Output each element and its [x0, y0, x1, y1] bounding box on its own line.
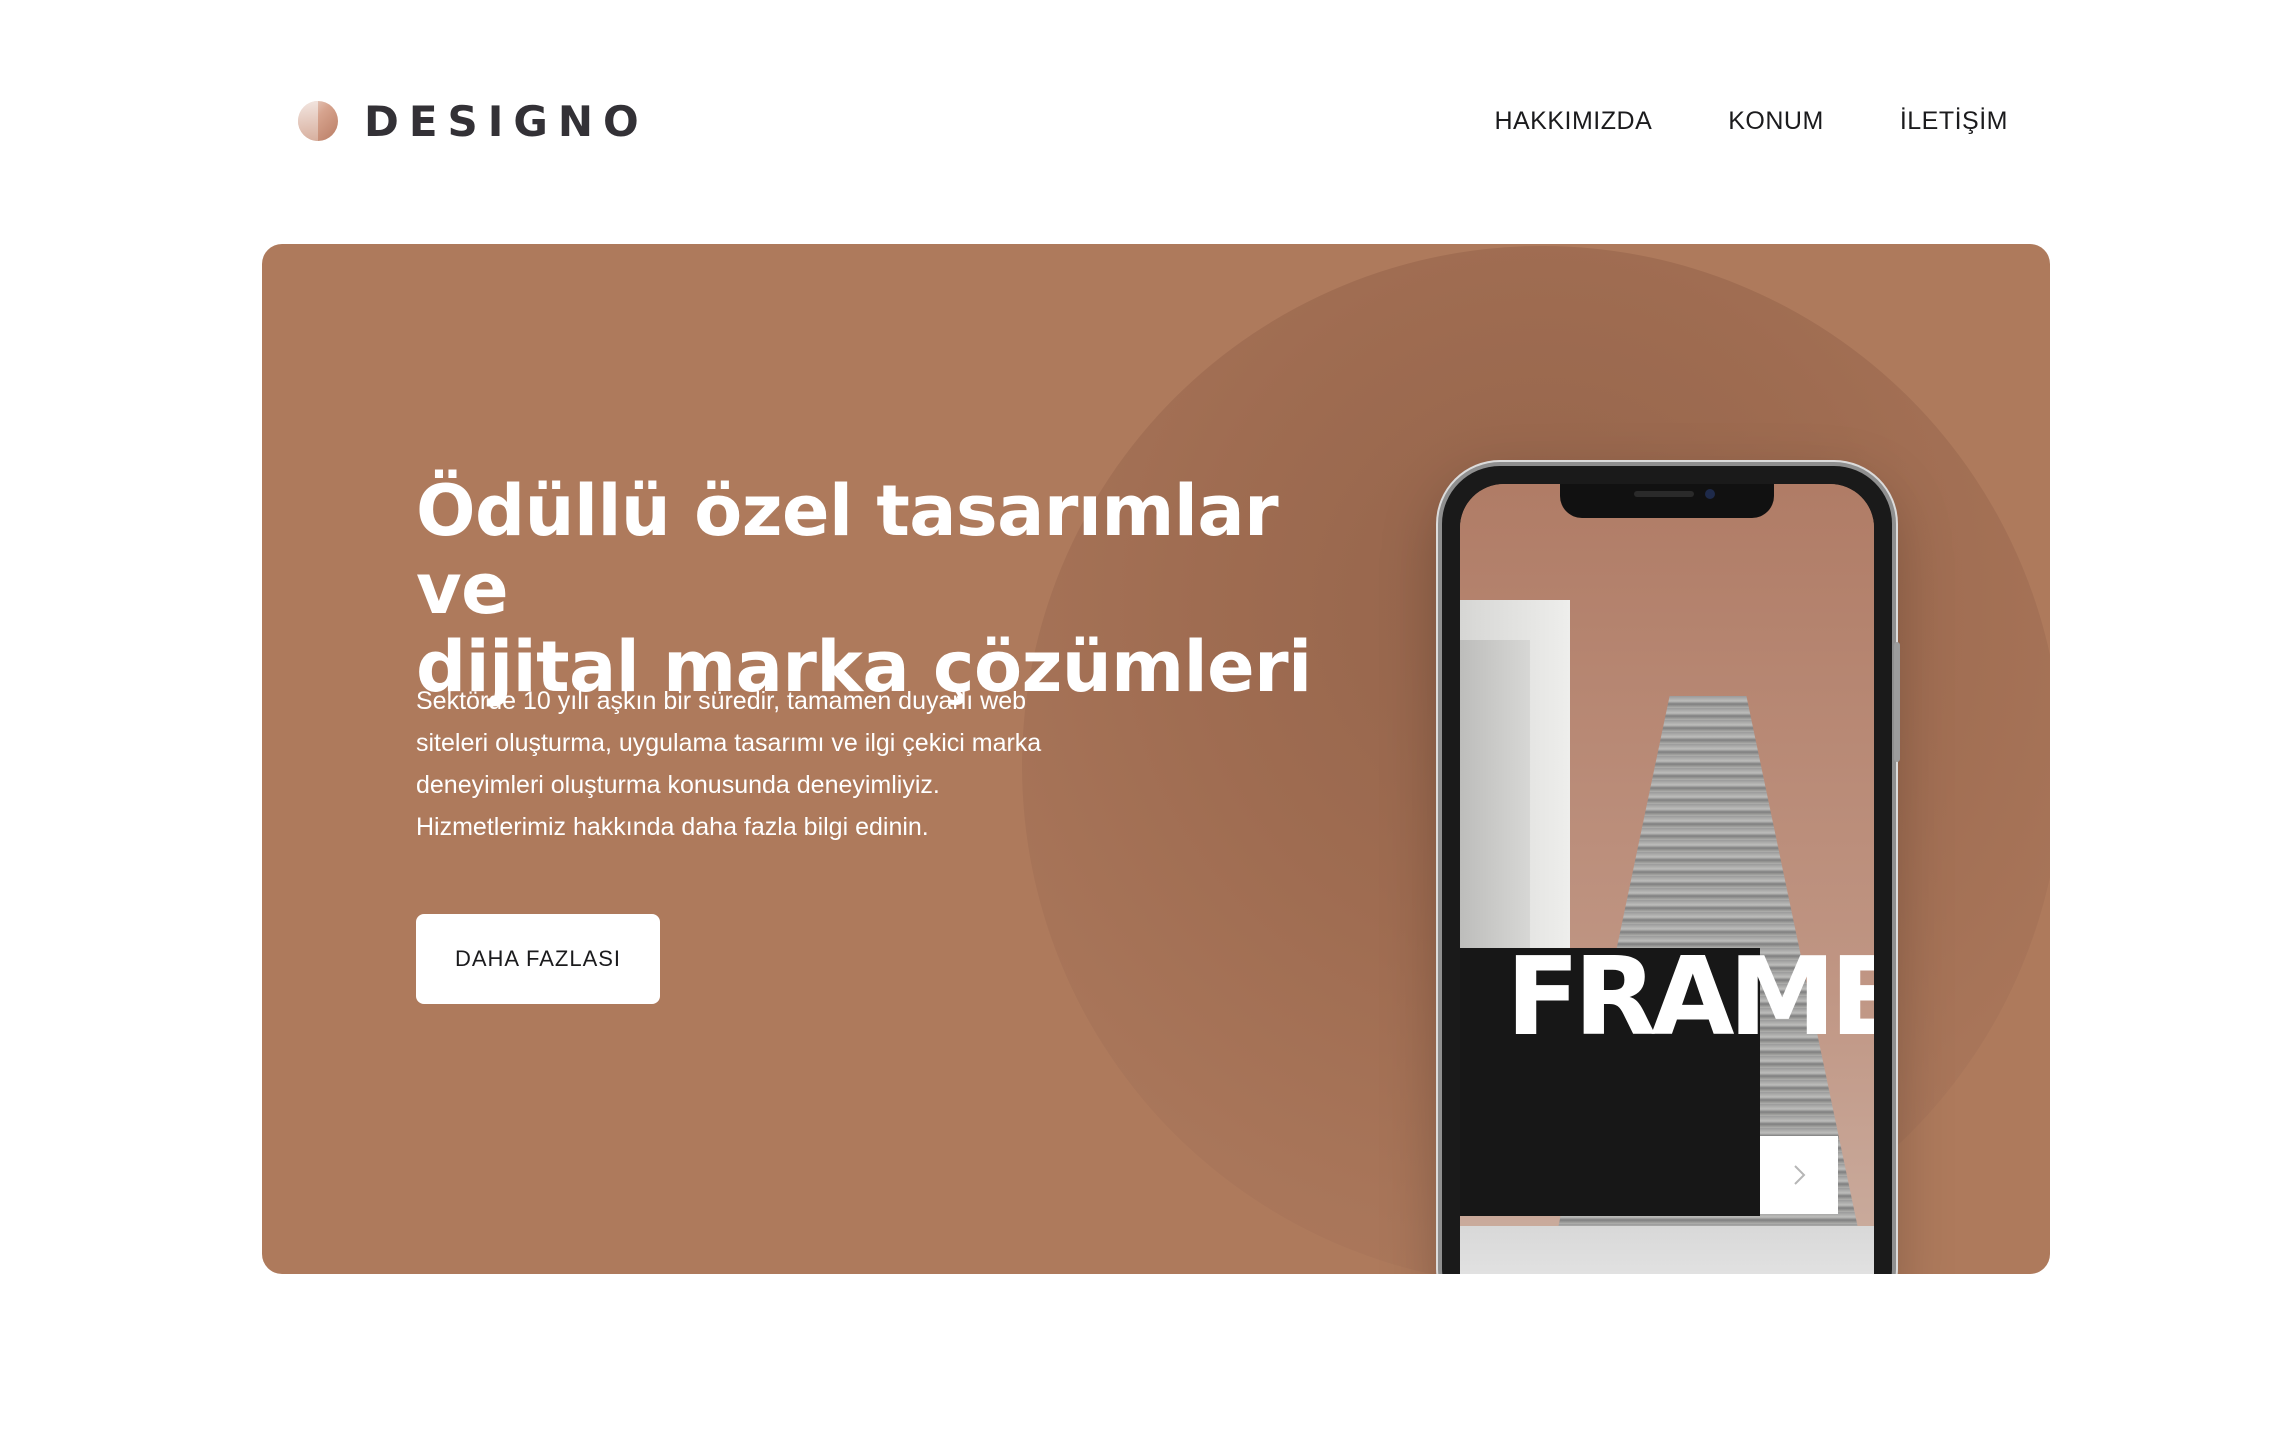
half-circle-logo-icon — [298, 101, 338, 141]
hero-title: Ödüllü özel tasarımlar ve dijital marka … — [416, 472, 1316, 706]
phone-screen: FRAME — [1460, 484, 1874, 1274]
hero-title-line-1: Ödüllü özel tasarımlar ve — [416, 470, 1279, 630]
nav-link-iletisim[interactable]: İLETİŞİM — [1900, 107, 2008, 136]
screen-table — [1460, 1226, 1874, 1274]
nav-link-konum[interactable]: KONUM — [1728, 107, 1824, 136]
phone-side-button — [1894, 642, 1900, 762]
phone-mockup: FRAME — [1442, 466, 1900, 1274]
phone-camera — [1705, 489, 1715, 499]
screen-next-button[interactable] — [1760, 1136, 1838, 1214]
screen-frame-text: FRAME — [1506, 935, 1874, 1060]
hero-description: Sektörde 10 yılı aşkın bir süredir, tama… — [416, 687, 1042, 841]
phone-speaker — [1634, 491, 1694, 497]
logo[interactable]: DESIGNO — [298, 97, 649, 146]
hero-section: Ödüllü özel tasarımlar ve dijital marka … — [262, 244, 2050, 1274]
main-nav: HAKKIMIZDA KONUM İLETİŞİM — [1494, 107, 2008, 136]
phone-notch — [1560, 484, 1774, 518]
site-header: DESIGNO HAKKIMIZDA KONUM İLETİŞİM — [298, 96, 2008, 146]
nav-link-hakkimizda[interactable]: HAKKIMIZDA — [1494, 107, 1652, 136]
daha-fazlasi-button[interactable]: DAHA FAZLASI — [416, 914, 660, 1004]
chevron-right-icon — [1794, 1165, 1806, 1185]
page: DESIGNO HAKKIMIZDA KONUM İLETİŞİM Ödüllü… — [0, 0, 2276, 1454]
logo-text: DESIGNO — [364, 96, 649, 146]
